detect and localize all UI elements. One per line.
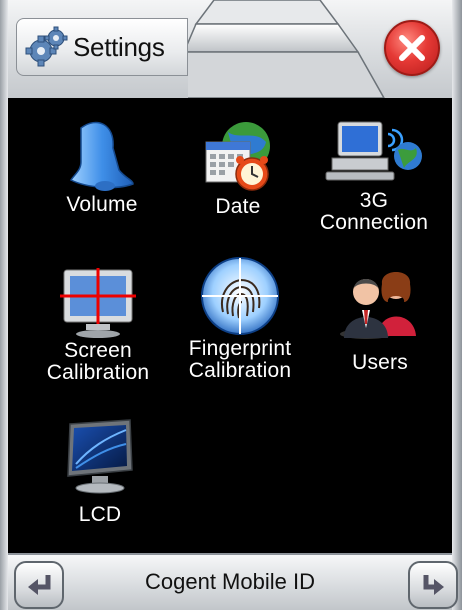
- lcd-item[interactable]: LCD: [30, 418, 170, 526]
- users-icon: [340, 272, 416, 339]
- settings-grid: Volume Date 3G Connection Screen Calibra…: [8, 98, 452, 553]
- screen-calibration-label-line2: Calibration: [46, 361, 150, 384]
- footer-bar: Cogent Mobile ID: [8, 553, 458, 610]
- fingerprint-calibration-label: Fingerprint Calibration: [170, 338, 310, 382]
- gear-icon: [25, 26, 68, 67]
- volume-label: Volume: [66, 193, 138, 216]
- fingerprint-icon: [201, 257, 279, 335]
- users-item[interactable]: Users: [310, 266, 450, 374]
- footer-title: Cogent Mobile ID: [145, 569, 315, 594]
- settings-tab[interactable]: Settings: [16, 18, 188, 76]
- header-bar: Settings: [8, 0, 452, 98]
- 3g-connection-item[interactable]: 3G Connection: [304, 116, 444, 234]
- lcd-monitor-icon: [67, 419, 133, 494]
- fingerprint-calibration-item[interactable]: Fingerprint Calibration: [170, 256, 310, 382]
- 3g-connection-label: 3G Connection: [304, 190, 444, 234]
- close-icon: [399, 35, 425, 61]
- screen-calibration-item[interactable]: Screen Calibration: [28, 266, 168, 384]
- date-item[interactable]: Date: [168, 120, 308, 218]
- screen-calibration-label-line1: Screen: [64, 339, 132, 362]
- screen-calibration-label: Screen Calibration: [28, 340, 168, 384]
- header-trapezoid-decoration: [188, 0, 385, 98]
- volume-item[interactable]: Volume: [32, 118, 172, 216]
- users-label: Users: [352, 351, 408, 374]
- fingerprint-calibration-label-line1: Fingerprint: [188, 337, 292, 360]
- forward-button[interactable]: [408, 561, 458, 609]
- bell-icon: [69, 121, 134, 191]
- 3g-connection-label-line2: Connection: [319, 211, 429, 234]
- monitor-crosshair-icon: [60, 268, 136, 338]
- lcd-label: LCD: [78, 503, 122, 526]
- page-title: Settings: [73, 31, 165, 62]
- fingerprint-calibration-label-line2: Calibration: [188, 359, 292, 382]
- date-label: Date: [215, 195, 261, 218]
- forward-arrow-icon: [423, 575, 444, 595]
- calendar-clock-icon: [205, 122, 270, 191]
- 3g-connection-label-line1: 3G: [359, 189, 389, 212]
- computer-globe-icon: [325, 121, 422, 181]
- close-button[interactable]: [384, 20, 440, 76]
